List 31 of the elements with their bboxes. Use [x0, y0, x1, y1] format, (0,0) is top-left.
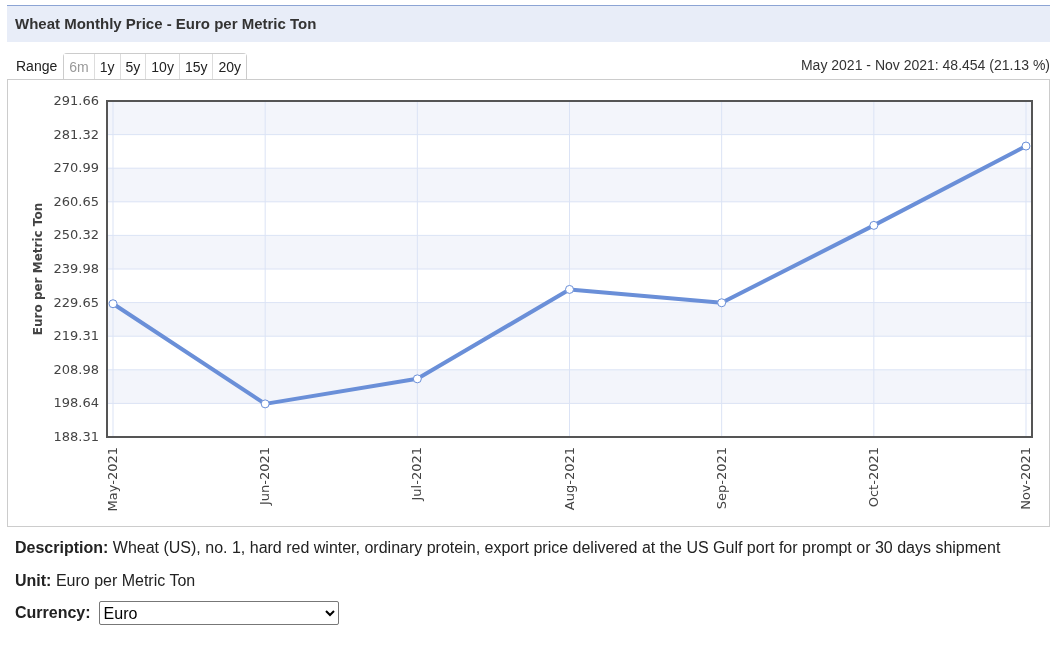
currency-select[interactable]: Euro [98, 601, 339, 625]
data-point [1021, 141, 1031, 151]
data-point [412, 374, 422, 384]
y-tick-label: 229.65 [53, 294, 99, 310]
x-tick-label: Oct-2021 [865, 447, 881, 508]
x-tick-label: Nov-2021 [1018, 447, 1033, 510]
y-tick-label: 219.31 [53, 328, 99, 344]
x-tick-label: Sep-2021 [713, 447, 729, 510]
y-tick-label: 281.32 [53, 126, 99, 142]
x-tick-label: Jun-2021 [257, 447, 273, 506]
y-tick-label: 291.66 [53, 93, 99, 108]
unit-text: Unit: Euro per Metric Ton [15, 571, 197, 591]
x-tick-label: Aug-2021 [561, 447, 577, 511]
x-tick-label: May-2021 [105, 447, 120, 512]
range-button[interactable]: 20y [212, 54, 247, 79]
change-summary: May 2021 - Nov 2021: 48.454 (21.13 %) [800, 57, 1050, 75]
panel-title: Wheat Monthly Price - Euro per Metric Ton [15, 15, 317, 32]
data-point [869, 220, 879, 230]
y-tick-label: 208.98 [53, 361, 99, 377]
y-tick-label: 250.32 [53, 227, 99, 243]
y-tick-label: 260.65 [53, 193, 99, 209]
currency-label: Currency: [15, 604, 91, 622]
y-tick-label: 198.64 [53, 395, 99, 411]
y-axis-title: Euro per Metric Ton [31, 202, 45, 336]
x-tick-label: Jul-2021 [409, 447, 425, 501]
range-label: Range [15, 58, 59, 74]
y-tick-label: 270.99 [53, 160, 99, 176]
y-tick-label: 239.98 [53, 261, 99, 276]
data-point [565, 284, 574, 294]
description-text: Description: Wheat (US), no. 1, hard red winter, ordinary protein, export price delivered at the US Gulf port for prompt or 30 days shipment [15, 538, 1002, 558]
y-tick-label: 188.31 [53, 429, 99, 444]
